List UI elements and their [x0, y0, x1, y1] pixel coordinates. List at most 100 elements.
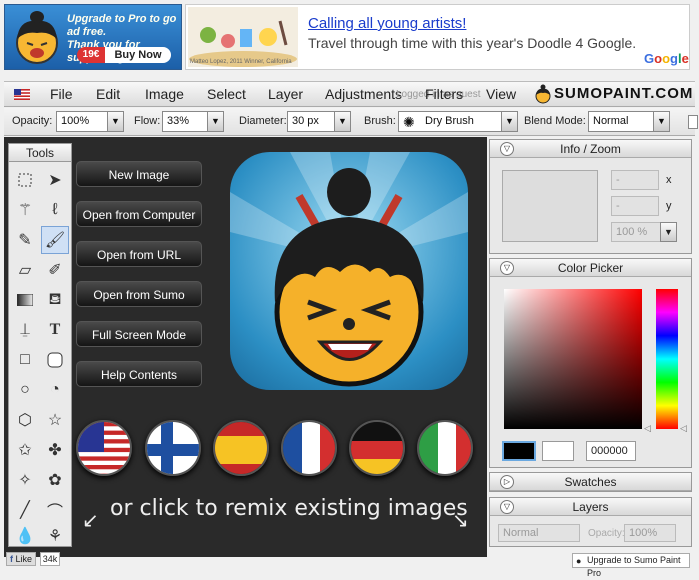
opacity-select[interactable]: 100% ▼ [56, 111, 124, 132]
brush-tool-icon[interactable]: 🖌 [41, 226, 69, 254]
layers-header[interactable]: ▽ Layers [490, 498, 691, 516]
flow-select[interactable]: 33% ▼ [162, 111, 224, 132]
open-from-computer-button[interactable]: Open from Computer [76, 201, 202, 227]
line-tool-icon[interactable]: ╱ [11, 496, 39, 524]
help-contents-button[interactable]: Help Contents [76, 361, 202, 387]
hue-slider[interactable] [656, 289, 678, 429]
chevron-down-icon[interactable]: ▼ [660, 222, 677, 242]
layer-opacity-select[interactable]: 100% [624, 524, 676, 542]
doodle-image [188, 7, 298, 67]
eraser-tool-icon[interactable]: ▱ [11, 256, 39, 284]
collapse-icon[interactable]: ▽ [500, 500, 514, 514]
navigator-preview[interactable] [502, 170, 598, 242]
ad-headline-link[interactable]: Calling all young artists! [308, 15, 466, 32]
diameter-label: Diameter: [239, 115, 287, 127]
upgrade-pro-link[interactable]: ● Upgrade to Sumo Paint Pro [572, 553, 690, 578]
x-label: x [666, 174, 672, 186]
ellipse-tool-icon[interactable]: ○ [11, 376, 39, 404]
swatches-panel: ▷ Swatches [489, 472, 692, 492]
spain-flag-icon[interactable] [213, 420, 269, 476]
hex-color-input[interactable]: 000000 [586, 441, 636, 461]
y-label: y [666, 200, 672, 212]
brush-preview-icon: ✺ [403, 114, 415, 130]
layer-opacity-label: Opacity: [588, 528, 625, 539]
flower-shape-icon[interactable]: ✿ [41, 466, 69, 494]
menu-select[interactable]: Select [207, 86, 246, 102]
burst-shape-icon[interactable]: ✤ [41, 436, 69, 464]
finland-flag-icon[interactable] [145, 420, 201, 476]
rectangle-tool-icon[interactable]: □ [11, 346, 39, 374]
buy-now-button[interactable]: Buy Now [105, 47, 171, 63]
full-screen-mode-button[interactable]: Full Screen Mode [76, 321, 202, 347]
slider-arrow-icon: ◁ [644, 423, 651, 433]
drop-tool-icon[interactable]: 💧 [11, 522, 39, 550]
text-tool-icon[interactable]: T [41, 316, 69, 344]
clone-stamp-icon[interactable]: ⍊ [11, 316, 39, 344]
chevron-down-icon[interactable]: ▼ [207, 111, 224, 132]
sumo-logo-icon [535, 84, 551, 104]
google-doodle-ad[interactable]: Matteo Lopez, 2011 Winner, California Ca… [185, 4, 690, 70]
italy-flag-icon[interactable] [417, 420, 473, 476]
menu-layer[interactable]: Layer [268, 86, 303, 102]
primary-color-swatch[interactable] [502, 441, 536, 461]
custom-shape-icon[interactable]: ✧ [11, 466, 39, 494]
symmetry-tool-icon[interactable]: ⚘ [41, 522, 69, 550]
collapse-icon[interactable]: ▽ [500, 261, 514, 275]
swatches-title: Swatches [564, 475, 617, 489]
chevron-down-icon[interactable]: ▼ [107, 111, 124, 132]
info-zoom-header[interactable]: ▽ Info / Zoom [490, 140, 691, 158]
opacity-value: 100% [61, 115, 90, 127]
diameter-select[interactable]: 30 px ▼ [287, 111, 351, 132]
y-coordinate-field: - [611, 196, 659, 216]
collapse-icon[interactable]: ▽ [500, 142, 514, 156]
new-image-button[interactable]: New Image [76, 161, 202, 187]
menu-file[interactable]: File [50, 86, 73, 102]
sumo-app-logo [230, 152, 468, 390]
us-flag-icon[interactable] [14, 89, 30, 100]
saturation-brightness-field[interactable] [504, 289, 642, 429]
pie-tool-icon[interactable]: ◔ [41, 376, 69, 404]
chevron-down-icon[interactable]: ▼ [653, 111, 670, 132]
menu-adjustments[interactable]: Adjustments [325, 86, 402, 102]
diameter-value: 30 px [292, 115, 319, 127]
secondary-color-swatch[interactable] [542, 441, 574, 461]
france-flag-icon[interactable] [281, 420, 337, 476]
menu-edit[interactable]: Edit [96, 86, 120, 102]
slider-arrow-icon: ◁ [680, 423, 687, 433]
menu-filters[interactable]: Filters [425, 86, 463, 102]
move-tool-icon[interactable]: ➤ [41, 166, 69, 194]
swatches-header[interactable]: ▷ Swatches [490, 473, 691, 491]
zoom-select[interactable]: 100 % ▼ [611, 222, 677, 242]
color-picker-header[interactable]: ▽ Color Picker [490, 259, 691, 277]
rounded-rect-tool-icon[interactable] [41, 346, 69, 374]
blend-mode-select[interactable]: Normal ▼ [588, 111, 670, 132]
hexagon-tool-icon[interactable]: ⬡ [11, 406, 39, 434]
chevron-down-icon[interactable]: ▼ [334, 111, 351, 132]
fill-bucket-icon[interactable]: ⛾ [41, 286, 69, 314]
menu-image[interactable]: Image [145, 86, 184, 102]
expand-icon[interactable]: ▷ [500, 475, 514, 489]
marquee-tool-icon[interactable] [11, 166, 39, 194]
smudge-tool-icon[interactable]: ✐ [41, 256, 69, 284]
chevron-down-icon[interactable]: ▼ [501, 111, 518, 132]
gradient-tool-icon[interactable] [11, 286, 39, 314]
open-from-url-button[interactable]: Open from URL [76, 241, 202, 267]
star-shape-icon[interactable]: ✩ [11, 436, 39, 464]
option-checkbox[interactable] [688, 115, 698, 129]
brush-select[interactable]: ✺ Dry Brush ▼ [398, 111, 518, 132]
pencil-tool-icon[interactable]: ✎ [11, 226, 39, 254]
sumo-upgrade-ad[interactable]: Upgrade to Pro to go ad free. Thank you f… [4, 4, 182, 70]
usa-flag-icon[interactable] [76, 420, 132, 476]
flow-value: 33% [167, 115, 190, 127]
curve-tool-icon[interactable]: ⌒ [41, 496, 69, 524]
sumo-face-icon [230, 152, 468, 387]
star-tool-icon[interactable]: ☆ [41, 406, 69, 434]
magic-wand-icon[interactable]: ⚚ [11, 196, 39, 224]
x-coordinate-field: - [611, 170, 659, 190]
germany-flag-icon[interactable] [349, 420, 405, 476]
menu-view[interactable]: View [486, 86, 516, 102]
facebook-like-button[interactable]: f Like [6, 552, 36, 566]
layer-blend-select[interactable]: Normal [498, 524, 580, 542]
open-from-sumo-button[interactable]: Open from Sumo [76, 281, 202, 307]
lasso-tool-icon[interactable]: ℓ [41, 196, 69, 224]
